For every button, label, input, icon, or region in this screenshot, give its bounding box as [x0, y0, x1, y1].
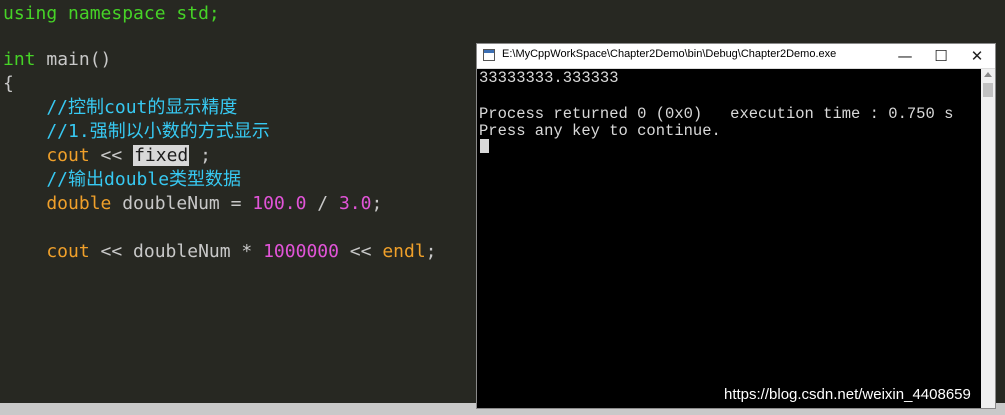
text-cursor	[480, 139, 489, 153]
console-scrollbar[interactable]	[981, 69, 995, 408]
maximize-button[interactable]: ☐	[923, 44, 959, 68]
code-line[interactable]: //输出double类型数据	[3, 168, 241, 192]
code-line[interactable]: double doubleNum = 100.0 / 3.0;	[3, 192, 382, 216]
code-line[interactable]: //1.强制以小数的方式显示	[3, 120, 270, 144]
code-token: //控制cout的显示精度	[3, 97, 238, 118]
code-token: //1.强制以小数的方式显示	[3, 121, 270, 142]
code-token: int	[3, 49, 36, 70]
code-token: doubleNum =	[111, 193, 253, 214]
close-button[interactable]: ✕	[959, 44, 995, 68]
code-line[interactable]: //控制cout的显示精度	[3, 96, 237, 120]
code-token: {	[3, 73, 14, 94]
code-token: main()	[35, 49, 112, 70]
code-token: cout	[3, 145, 90, 166]
code-line[interactable]: {	[3, 72, 14, 96]
code-token: ;	[189, 145, 211, 166]
code-token: << doubleNum *	[89, 241, 264, 262]
code-token: //输出double类型数据	[3, 169, 242, 190]
code-token: /	[306, 193, 339, 214]
output-line: Process returned 0 (0x0) execution time …	[479, 105, 954, 123]
selected-token: fixed	[133, 145, 190, 166]
code-token: using namespace std;	[3, 3, 220, 24]
code-token: ;	[371, 193, 383, 214]
code-token: 100.0	[252, 193, 307, 214]
code-line[interactable]: int main()	[3, 48, 111, 72]
code-token: cout	[3, 241, 90, 262]
scroll-thumb[interactable]	[983, 83, 993, 97]
code-line[interactable]: cout << fixed ;	[3, 144, 211, 168]
output-line: Press any key to continue.	[479, 122, 721, 140]
code-token: ;	[425, 241, 437, 262]
code-line[interactable]: using namespace std;	[3, 2, 220, 26]
console-window[interactable]: E:\MyCppWorkSpace\Chapter2Demo\bin\Debug…	[476, 43, 996, 409]
console-output[interactable]: 33333333.333333 Process returned 0 (0x0)…	[479, 69, 981, 407]
code-line[interactable]: cout << doubleNum * 1000000 << endl;	[3, 240, 437, 264]
app-icon	[483, 49, 495, 61]
code-token: double	[3, 193, 112, 214]
scroll-up-icon[interactable]	[984, 72, 992, 77]
code-token: <<	[89, 145, 134, 166]
watermark: https://blog.csdn.net/weixin_4408659	[724, 386, 971, 403]
code-token: <<	[338, 241, 383, 262]
minimize-button[interactable]: —	[887, 44, 923, 68]
console-titlebar[interactable]: E:\MyCppWorkSpace\Chapter2Demo\bin\Debug…	[477, 44, 995, 69]
code-token: endl	[382, 241, 426, 262]
code-token: 1000000	[263, 241, 339, 262]
output-line: 33333333.333333	[479, 69, 619, 87]
code-token: 3.0	[338, 193, 372, 214]
console-title: E:\MyCppWorkSpace\Chapter2Demo\bin\Debug…	[502, 48, 837, 60]
